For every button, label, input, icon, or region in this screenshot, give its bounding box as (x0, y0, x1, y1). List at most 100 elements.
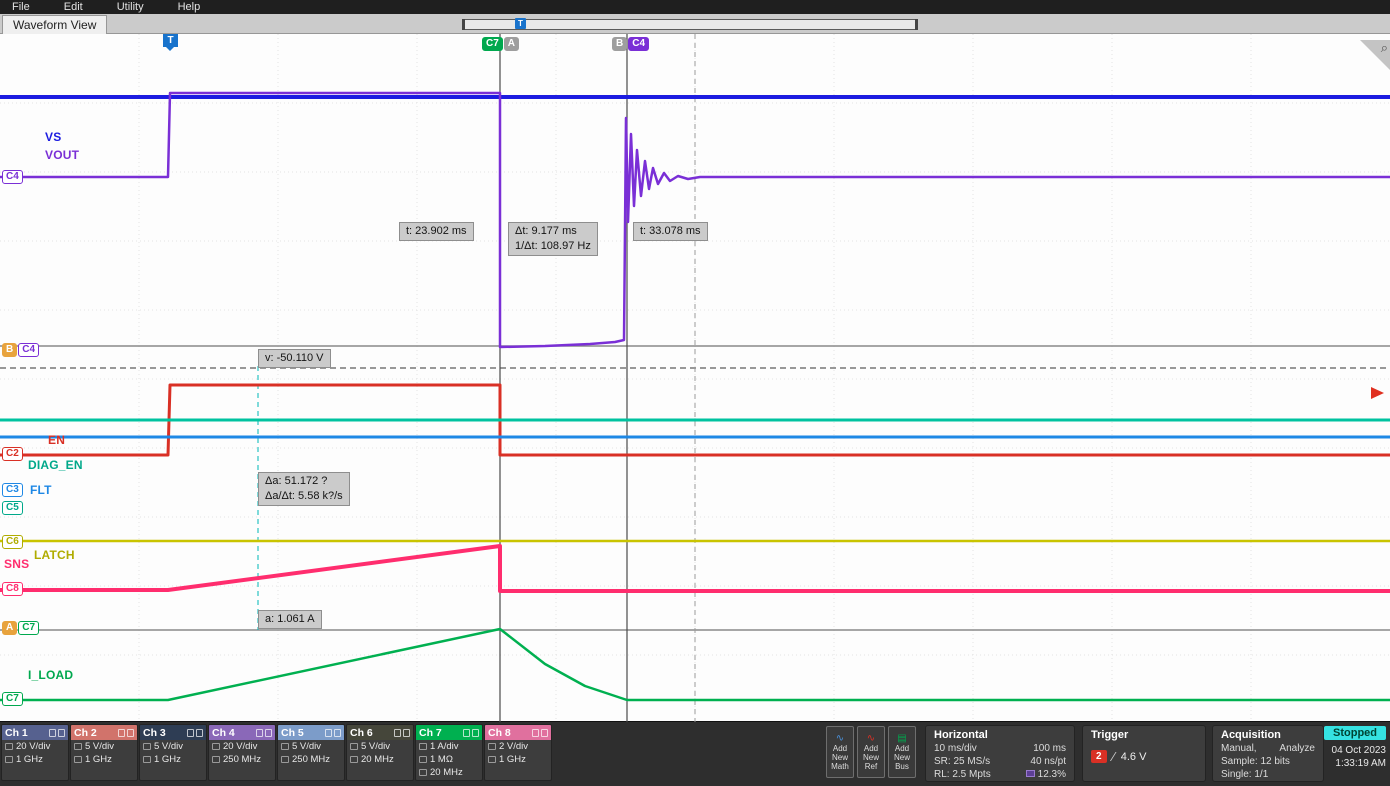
probe-icon (74, 756, 82, 763)
channel-setting-value: 20 V/div (223, 741, 257, 752)
channel-setting-row: 5 V/div (71, 740, 137, 753)
trigger-position-flag[interactable]: T (163, 34, 178, 47)
channel-setting-row: 2 V/div (485, 740, 551, 753)
channel-widget-ch-4[interactable]: Ch 420 V/div 250 MHz (208, 724, 276, 781)
channel-tag-c3[interactable]: C3 (2, 483, 23, 497)
horizontal-window: 100 ms (1033, 742, 1066, 755)
measurement-line: Δt: 9.177 ms (515, 224, 591, 239)
channel-name: Ch 3 (143, 727, 166, 739)
channel-name: Ch 6 (350, 727, 373, 739)
ref-icon: ∿ (858, 733, 884, 744)
channel-header-icons (187, 729, 203, 737)
probe-icon (532, 729, 539, 737)
channel-chip-c7: C7 (2, 692, 23, 706)
channel-header-ch-5: Ch 5 (278, 725, 344, 740)
rising-edge-icon: ∕ (1113, 749, 1115, 764)
cursor-chip-b: B (612, 37, 627, 51)
trigger-panel[interactable]: Trigger 2 ∕ 4.6 V (1082, 725, 1206, 782)
menu-item-help[interactable]: Help (178, 1, 201, 13)
probe-icon (265, 729, 272, 737)
add-new-buttons: ∿AddNewMath∿AddNewRef▤AddNewBus (826, 726, 916, 778)
resolution: 40 ns/pt (1030, 755, 1066, 768)
waveform-view[interactable]: T ⌕ VSVOUTENDIAG_ENFLTLATCHSNSI_LOADC4BC… (0, 34, 1390, 722)
trigger-level-arrow[interactable] (1371, 387, 1384, 399)
channel-setting-row: 1 A/div (416, 740, 482, 753)
channel-widget-ch-6[interactable]: Ch 65 V/div20 MHz (346, 724, 414, 781)
run-stop-status[interactable]: Stopped (1324, 726, 1386, 740)
measurement-readout-1[interactable]: Δt: 9.177 ms1/Δt: 108.97 Hz (508, 222, 598, 256)
channel-widget-ch-7[interactable]: Ch 71 A/div1 MΩ20 MHz (415, 724, 483, 781)
measurement-readout-3[interactable]: v: -50.110 V (258, 349, 331, 368)
math-icon: ∿ (827, 733, 853, 744)
status-area: Stopped 04 Oct 2023 1:33:19 AM (1324, 726, 1386, 770)
add-button-label: New (858, 753, 884, 762)
channel-setting-row: 1 MΩ (416, 753, 482, 766)
channel-setting-value: 2 V/div (499, 741, 528, 752)
channel-chip-c2: C2 (2, 447, 23, 461)
menu-item-edit[interactable]: Edit (64, 1, 83, 13)
menu-bar: File Edit Utility Help (0, 0, 1390, 14)
probe-icon (49, 729, 56, 737)
probe-icon (488, 756, 496, 763)
trace-label-en: EN (48, 433, 65, 447)
probe-icon (187, 729, 194, 737)
channel-setting-row: 20 V/div (2, 740, 68, 753)
channel-tag-c5[interactable]: C5 (2, 501, 23, 515)
minimap-trigger-icon: T (515, 18, 526, 29)
cursor-tag-b-c4[interactable]: BC4 (612, 37, 649, 51)
channel-setting-value: 1 GHz (499, 754, 526, 765)
channel-tag-a-c7[interactable]: AC7 (2, 621, 39, 635)
channel-setting-row: 5 V/div (347, 740, 413, 753)
channel-tag-c8[interactable]: C8 (2, 582, 23, 596)
measurement-readout-5[interactable]: a: 1.061 A (258, 610, 322, 629)
zoom-corner-icon[interactable]: ⌕ (1360, 40, 1390, 70)
measurement-readout-0[interactable]: t: 23.902 ms (399, 222, 474, 241)
cursor-tag-c7-a[interactable]: C7A (482, 37, 519, 51)
channel-name: Ch 8 (488, 727, 511, 739)
channel-widget-ch-8[interactable]: Ch 8 2 V/div 1 GHz (484, 724, 552, 781)
menu-item-utility[interactable]: Utility (117, 1, 144, 13)
trace-label-vs: VS (45, 130, 61, 144)
tab-bar: Waveform View T (0, 14, 1390, 34)
channel-tag-c7[interactable]: C7 (2, 692, 23, 706)
channel-widget-ch-3[interactable]: Ch 35 V/div1 GHz (139, 724, 207, 781)
cursor-chip-c7: C7 (482, 37, 503, 51)
channel-chip-c7: C7 (18, 621, 39, 635)
acquisition-single: Single: 1/1 (1221, 768, 1268, 781)
menu-item-file[interactable]: File (12, 1, 30, 13)
channel-header-ch-4: Ch 4 (209, 725, 275, 740)
channel-setting-row: 20 V/div (209, 740, 275, 753)
add-button-label: Add (858, 744, 884, 753)
acquisition-panel[interactable]: Acquisition Manual, Analyze Sample: 12 b… (1212, 725, 1324, 782)
add-button-label: Add (889, 744, 915, 753)
channel-setting-value: 1 GHz (85, 754, 112, 765)
measurement-readout-2[interactable]: t: 33.078 ms (633, 222, 708, 241)
status-time: 1:33:19 AM (1324, 757, 1386, 770)
channel-tag-c4[interactable]: C4 (2, 170, 23, 184)
channel-chip-c8: C8 (2, 582, 23, 596)
horizontal-title: Horizontal (934, 729, 1066, 741)
add-new-math-button[interactable]: ∿AddNewMath (826, 726, 854, 778)
channel-widget-ch-2[interactable]: Ch 25 V/div1 GHz (70, 724, 138, 781)
trace-label-sns: SNS (4, 557, 29, 571)
channel-setting-value: 20 MHz (361, 754, 394, 765)
measurement-line: 1/Δt: 108.97 Hz (515, 239, 591, 254)
measurement-readout-4[interactable]: Δa: 51.172 ?Δa/Δt: 5.58 k?/s (258, 472, 350, 506)
channel-setting-value: 20 MHz (430, 767, 463, 778)
add-new-bus-button[interactable]: ▤AddNewBus (888, 726, 916, 778)
channel-tag-c2[interactable]: C2 (2, 447, 23, 461)
channel-header-ch-8: Ch 8 (485, 725, 551, 740)
view-percent: 12.3% (1038, 769, 1066, 780)
channel-header-ch-6: Ch 6 (347, 725, 413, 740)
channel-widget-ch-5[interactable]: Ch 55 V/div250 MHz (277, 724, 345, 781)
acquisition-overview-bar[interactable]: T (462, 19, 918, 30)
channel-setting-row: 1 GHz (140, 753, 206, 766)
channel-widget-ch-1[interactable]: Ch 120 V/div1 GHz (1, 724, 69, 781)
tab-waveform-view[interactable]: Waveform View (2, 15, 107, 34)
trace-label-diag-en: DIAG_EN (28, 458, 83, 472)
channel-tag-b-c4[interactable]: BC4 (2, 343, 39, 357)
horizontal-panel[interactable]: Horizontal 10 ms/div 100 ms SR: 25 MS/s … (925, 725, 1075, 782)
channel-tag-c6[interactable]: C6 (2, 535, 23, 549)
channel-setting-value: 250 MHz (223, 754, 261, 765)
add-new-ref-button[interactable]: ∿AddNewRef (857, 726, 885, 778)
